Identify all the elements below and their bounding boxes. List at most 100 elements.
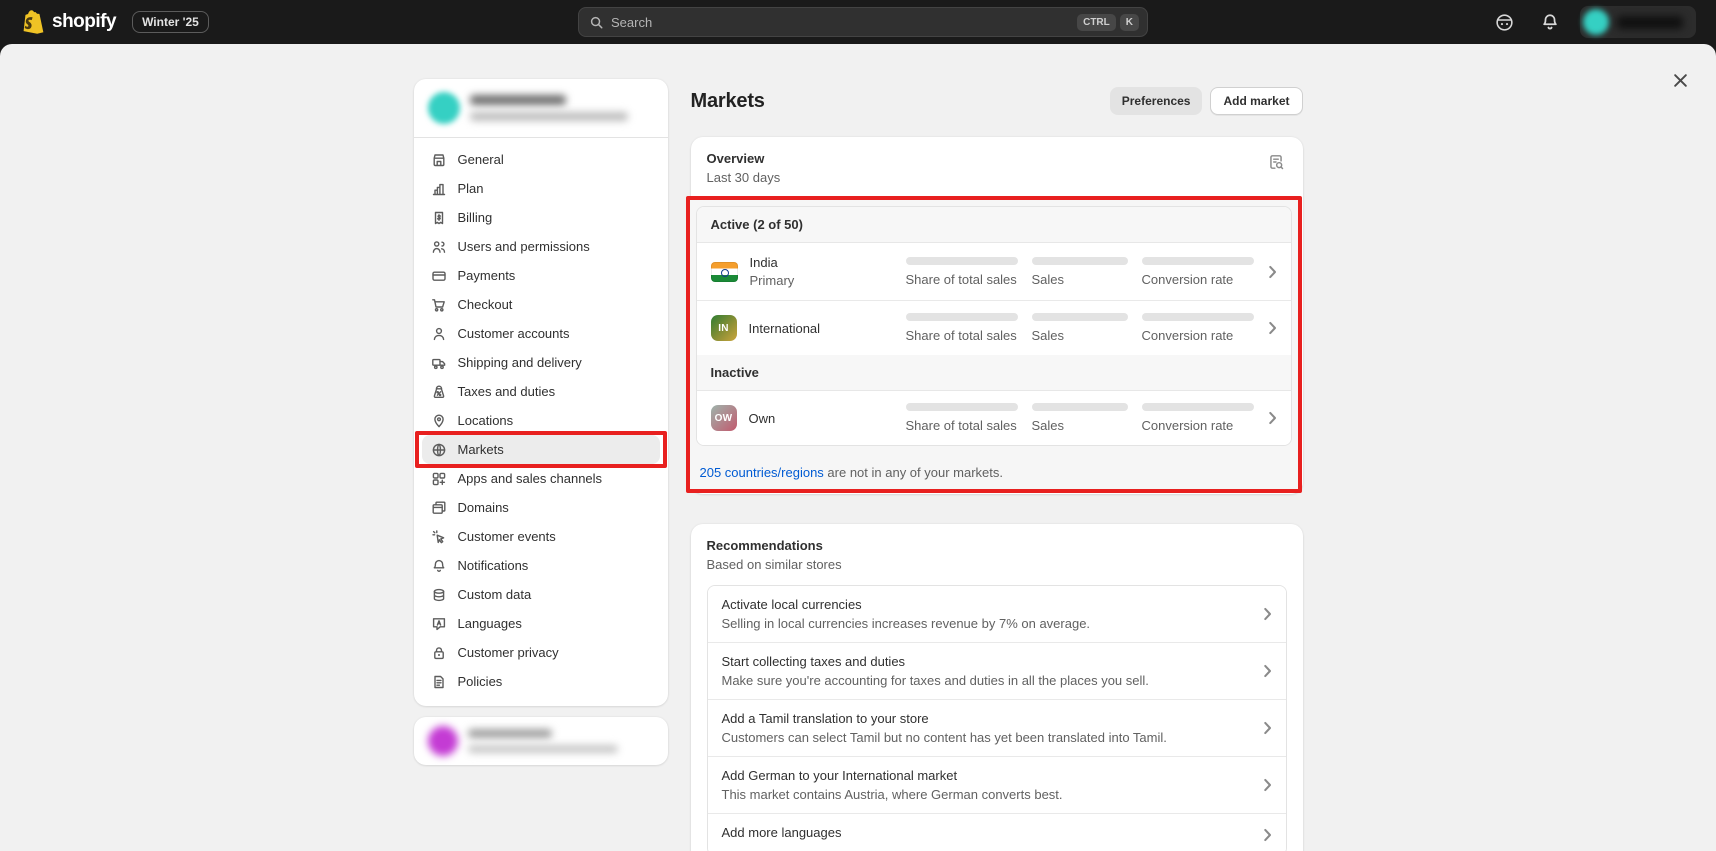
recommendation-title: Start collecting taxes and duties bbox=[722, 654, 1249, 669]
sidebar-item-payments[interactable]: Payments bbox=[422, 261, 660, 290]
market-row-india[interactable]: India Primary Share of total sales Sales… bbox=[697, 243, 1291, 300]
annotation-box-overview: Active (2 of 50) India Primary Share of … bbox=[686, 196, 1302, 493]
recommendation-row-start-collecting-taxes-and-duties[interactable]: Start collecting taxes and duties Make s… bbox=[708, 642, 1286, 699]
market-section-header: Active (2 of 50) bbox=[697, 207, 1291, 243]
shopify-brand: shopify Winter '25 bbox=[20, 9, 209, 35]
overview-title: Overview bbox=[707, 151, 781, 166]
market-row-own[interactable]: OW Own Share of total sales Sales Conver… bbox=[697, 391, 1291, 445]
privacy-lock-icon bbox=[431, 644, 448, 661]
checkout-cart-icon bbox=[431, 296, 448, 313]
view-report-icon bbox=[1267, 153, 1285, 171]
custom-data-icon bbox=[431, 586, 448, 603]
chevron-right-icon bbox=[1268, 265, 1277, 279]
overview-card: Overview Last 30 days Active (2 of 50) I… bbox=[691, 137, 1303, 494]
metric-label: Share of total sales bbox=[906, 418, 1018, 433]
sidebar-item-billing[interactable]: Billing bbox=[422, 203, 660, 232]
chevron-right-icon bbox=[1268, 411, 1277, 425]
sidekick-button[interactable] bbox=[1488, 6, 1520, 38]
countries-regions-link[interactable]: 205 countries/regions bbox=[700, 465, 824, 480]
store-avatar bbox=[428, 92, 460, 124]
shortcut-key-ctrl: CTRL bbox=[1077, 14, 1116, 31]
close-button[interactable] bbox=[1666, 66, 1694, 94]
customer-events-cursor-icon bbox=[431, 528, 448, 545]
chevron-right-icon bbox=[1268, 321, 1277, 335]
metric-label: Conversion rate bbox=[1142, 272, 1254, 287]
user-avatar bbox=[428, 726, 458, 756]
skeleton-bar bbox=[906, 403, 1018, 411]
market-section-header: Inactive bbox=[697, 355, 1291, 391]
plan-chart-icon bbox=[431, 180, 448, 197]
skeleton-bar bbox=[1142, 403, 1254, 411]
account-menu[interactable] bbox=[1580, 6, 1696, 38]
recommendation-description: This market contains Austria, where Germ… bbox=[722, 787, 1249, 802]
annotation-box-markets-item bbox=[415, 431, 667, 468]
market-badge-ow: OW bbox=[711, 405, 737, 431]
notifications-button[interactable] bbox=[1534, 6, 1566, 38]
sidebar-item-general[interactable]: General bbox=[422, 145, 660, 174]
recommendation-row-add-german-to-your-international-market[interactable]: Add German to your International market … bbox=[708, 756, 1286, 813]
market-name: International bbox=[749, 321, 821, 336]
india-flag-icon bbox=[711, 262, 738, 282]
sidebar-item-customer-privacy[interactable]: Customer privacy bbox=[422, 638, 660, 667]
markets-list: Active (2 of 50) India Primary Share of … bbox=[696, 206, 1292, 446]
recommendations-card: Recommendations Based on similar stores … bbox=[691, 524, 1303, 851]
recommendation-description: Customers can select Tamil but no conten… bbox=[722, 730, 1249, 745]
recommendation-row-activate-local-currencies[interactable]: Activate local currencies Selling in loc… bbox=[708, 586, 1286, 642]
settings-dialog: General Plan Billing Users and permissio… bbox=[0, 44, 1716, 851]
sidebar-item-checkout[interactable]: Checkout bbox=[422, 290, 660, 319]
store-icon bbox=[431, 151, 448, 168]
sidebar-item-notifications[interactable]: Notifications bbox=[422, 551, 660, 580]
market-badge-in: IN bbox=[711, 315, 737, 341]
sidebar-item-markets[interactable]: Markets bbox=[422, 435, 660, 464]
page-title: Markets bbox=[691, 90, 765, 113]
store-header bbox=[414, 79, 668, 138]
recommendation-row-add-more-languages[interactable]: Add more languages bbox=[708, 813, 1286, 851]
chevron-right-icon bbox=[1263, 778, 1272, 792]
sidebar-item-customer-events[interactable]: Customer events bbox=[422, 522, 660, 551]
sidebar-item-shipping-and-delivery[interactable]: Shipping and delivery bbox=[422, 348, 660, 377]
chevron-right-icon bbox=[1263, 607, 1272, 621]
sidebar-item-taxes-and-duties[interactable]: Taxes and duties bbox=[422, 377, 660, 406]
languages-chat-icon bbox=[431, 615, 448, 632]
metric-label: Share of total sales bbox=[906, 328, 1018, 343]
sidekick-icon bbox=[1494, 12, 1515, 33]
sidebar-item-languages[interactable]: Languages bbox=[422, 609, 660, 638]
sidebar-item-locations[interactable]: Locations bbox=[422, 406, 660, 435]
sidebar-item-customer-accounts[interactable]: Customer accounts bbox=[422, 319, 660, 348]
recommendation-title: Add a Tamil translation to your store bbox=[722, 711, 1249, 726]
settings-nav: General Plan Billing Users and permissio… bbox=[414, 138, 668, 700]
skeleton-bar bbox=[1032, 313, 1128, 321]
sidebar-item-domains[interactable]: Domains bbox=[422, 493, 660, 522]
sidebar-item-plan[interactable]: Plan bbox=[422, 174, 660, 203]
user-email-redacted bbox=[468, 745, 618, 753]
recommendations-subtitle: Based on similar stores bbox=[707, 557, 1287, 572]
view-report-button[interactable] bbox=[1265, 151, 1287, 173]
billing-receipt-icon bbox=[431, 209, 448, 226]
account-footer-card[interactable] bbox=[414, 717, 668, 765]
shopify-logo-icon bbox=[20, 9, 44, 35]
sidebar-item-users-and-permissions[interactable]: Users and permissions bbox=[422, 232, 660, 261]
shortcut-key-k: K bbox=[1120, 14, 1139, 31]
apps-grid-icon bbox=[431, 470, 448, 487]
store-avatar bbox=[1583, 9, 1609, 35]
market-row-international[interactable]: IN International Share of total sales Sa… bbox=[697, 300, 1291, 355]
store-url-redacted bbox=[470, 112, 628, 121]
notifications-bell-icon bbox=[1540, 12, 1560, 32]
sidebar-item-apps-and-sales-channels[interactable]: Apps and sales channels bbox=[422, 464, 660, 493]
preferences-button[interactable]: Preferences bbox=[1110, 87, 1203, 115]
metric-label: Sales bbox=[1032, 272, 1128, 287]
metric-label: Sales bbox=[1032, 328, 1128, 343]
recommendation-row-add-a-tamil-translation-to-your-store[interactable]: Add a Tamil translation to your store Cu… bbox=[708, 699, 1286, 756]
market-name: India bbox=[750, 255, 795, 270]
recommendation-description: Make sure you're accounting for taxes an… bbox=[722, 673, 1249, 688]
settings-sidebar: General Plan Billing Users and permissio… bbox=[414, 79, 668, 706]
add-market-button[interactable]: Add market bbox=[1210, 87, 1302, 115]
shipping-truck-icon bbox=[431, 354, 448, 371]
chevron-right-icon bbox=[1263, 664, 1272, 678]
metric-label: Share of total sales bbox=[906, 272, 1018, 287]
policies-doc-icon bbox=[431, 673, 448, 690]
sidebar-item-policies[interactable]: Policies bbox=[422, 667, 660, 696]
account-name-redacted bbox=[1617, 16, 1683, 29]
search-input[interactable]: Search CTRL K bbox=[578, 7, 1148, 37]
sidebar-item-custom-data[interactable]: Custom data bbox=[422, 580, 660, 609]
